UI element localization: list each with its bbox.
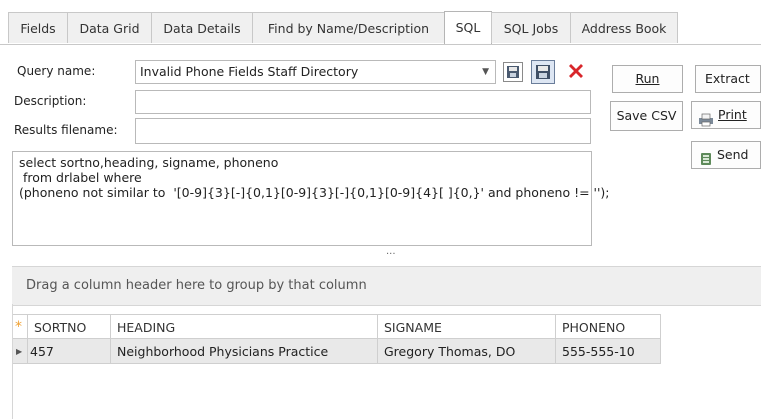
run-button[interactable]: Run	[612, 65, 683, 93]
dropdown-arrow-icon[interactable]: ▼	[482, 61, 489, 83]
delete-x-icon[interactable]	[566, 61, 586, 81]
column-header-phoneno[interactable]: PHONENO	[556, 314, 661, 339]
save-csv-label: Save CSV	[616, 108, 677, 123]
tab-sql-jobs[interactable]: SQL Jobs	[491, 12, 571, 43]
tab-fields[interactable]: Fields	[8, 12, 68, 43]
tab-bar: Fields Data Grid Data Details Find by Na…	[0, 0, 761, 45]
splitter[interactable]: ...	[0, 246, 761, 264]
table-cell[interactable]: Neighborhood Physicians Practice	[111, 339, 378, 364]
extract-label: Extract	[705, 71, 750, 86]
column-header-heading[interactable]: HEADING	[111, 314, 378, 339]
row-pointer-icon[interactable]: ▶	[12, 339, 28, 364]
table-cell[interactable]: 457	[28, 339, 111, 364]
run-label: Run	[635, 71, 660, 86]
description-field[interactable]	[135, 90, 591, 114]
group-hint-text: Drag a column header here to group by th…	[26, 278, 367, 293]
sql-line: select sortno,heading, signame, phoneno	[19, 155, 279, 170]
query-name-label: Query name:	[17, 64, 96, 78]
print-button[interactable]: Print	[691, 101, 761, 129]
description-label: Description:	[14, 94, 87, 108]
column-header-signame[interactable]: SIGNAME	[378, 314, 556, 339]
send-icon	[700, 149, 712, 165]
query-name-value: Invalid Phone Fields Staff Directory	[140, 64, 359, 79]
table-cell[interactable]: 555-555-10	[556, 339, 661, 364]
save-csv-button[interactable]: Save CSV	[610, 101, 683, 131]
grid-left-border	[12, 304, 13, 419]
tab-sql[interactable]: SQL	[444, 11, 492, 44]
tab-address-book[interactable]: Address Book	[570, 12, 678, 43]
save-disk-icon[interactable]	[503, 62, 523, 82]
tab-underline	[0, 44, 761, 45]
save-as-icon[interactable]	[531, 60, 555, 84]
extract-button[interactable]: Extract	[695, 65, 761, 93]
tab-data-grid[interactable]: Data Grid	[67, 12, 152, 43]
send-button[interactable]: Send	[691, 141, 761, 169]
results-filename-field[interactable]	[135, 118, 591, 144]
tab-data-details[interactable]: Data Details	[151, 12, 253, 43]
group-by-panel[interactable]: Drag a column header here to group by th…	[12, 266, 761, 306]
print-label: Print	[718, 107, 747, 122]
tab-find-by-name[interactable]: Find by Name/Description	[252, 12, 445, 43]
sql-line: (phoneno not similar to '[0-9]{3}[-]{0,1…	[19, 185, 610, 200]
column-header-sortno[interactable]: SORTNO	[28, 314, 111, 339]
splitter-grip: ...	[386, 246, 396, 257]
printer-icon	[698, 110, 714, 126]
sql-line: from drlabel where	[19, 170, 142, 185]
sql-editor[interactable]: select sortno,heading, signame, phoneno …	[12, 151, 610, 246]
table-cell[interactable]: Gregory Thomas, DO	[378, 339, 556, 364]
query-name-combobox[interactable]: Invalid Phone Fields Staff Directory ▼	[135, 60, 496, 84]
send-label: Send	[717, 147, 749, 162]
results-filename-label: Results filename:	[14, 123, 118, 137]
new-row-star-icon: *	[12, 314, 28, 339]
